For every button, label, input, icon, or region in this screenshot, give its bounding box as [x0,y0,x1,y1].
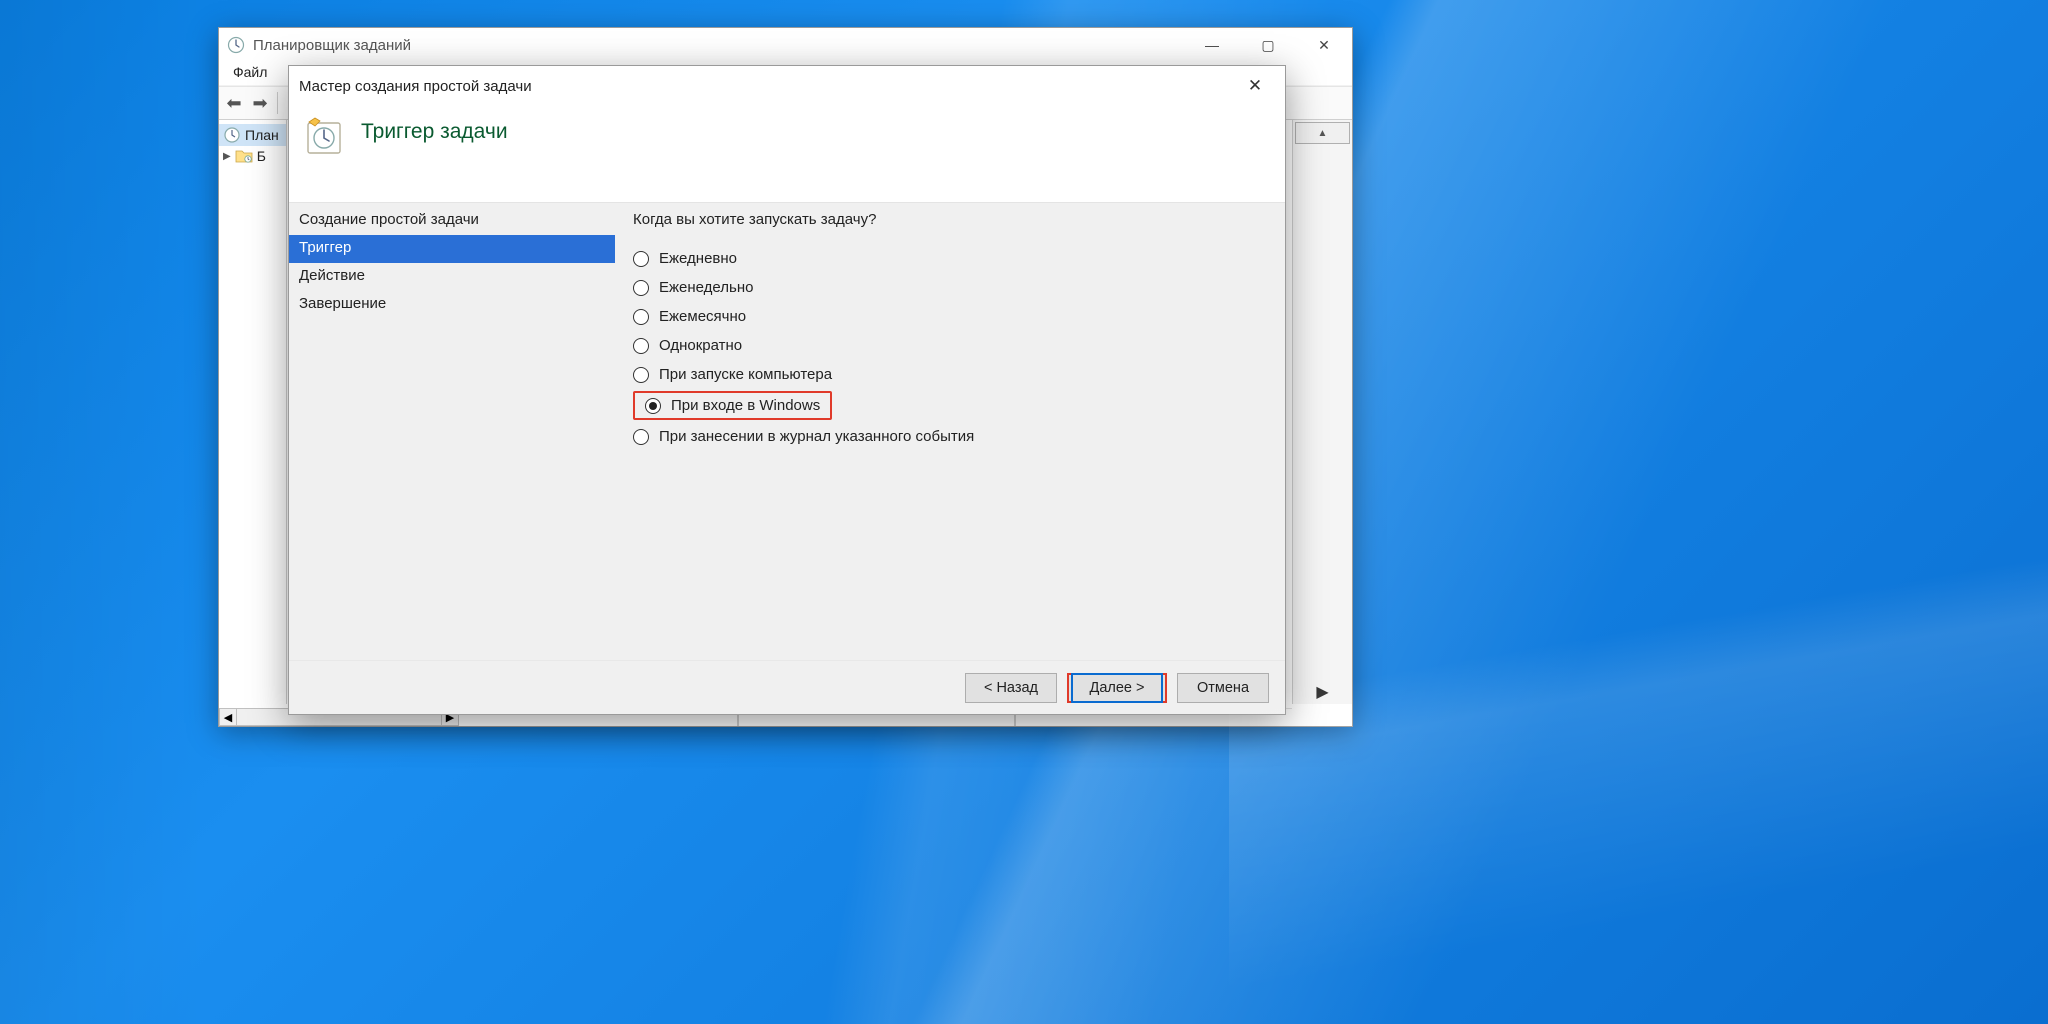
close-parent-button[interactable]: ✕ [1296,28,1352,62]
wizard-nav: Создание простой задачи Триггер Действие… [289,203,615,660]
radio-logon-label: При входе в Windows [671,397,820,414]
nav-step-finish[interactable]: Завершение [289,291,615,319]
nav-forward-icon[interactable]: ➡ [249,92,271,114]
nav-step-trigger[interactable]: Триггер [289,235,615,263]
minimize-button[interactable]: — [1184,28,1240,62]
wizard-header: Триггер задачи [289,106,1285,202]
radio-startup[interactable]: При запуске компьютера [633,360,1267,389]
toolbar-separator [277,92,278,114]
tree-root-label: План [245,127,279,143]
wizard-title-text: Мастер создания простой задачи [299,78,532,95]
radio-daily-label: Ежедневно [659,250,737,267]
cancel-button-label: Отмена [1197,680,1249,696]
radio-daily[interactable]: Ежедневно [633,244,1267,273]
maximize-button[interactable]: ▢ [1240,28,1296,62]
radio-weekly-label: Еженедельно [659,279,753,296]
next-button-highlight: Далее > [1067,673,1167,703]
radio-once-label: Однократно [659,337,742,354]
radio-logon-highlight: При входе в Windows [633,391,832,420]
tree-root-item[interactable]: План [219,124,286,146]
next-button-label: Далее > [1090,680,1145,696]
parent-title-text: Планировщик заданий [253,37,411,54]
hscroll-left-icon[interactable]: ◀ [219,708,237,726]
nav-step-create[interactable]: Создание простой задачи [289,207,615,235]
actions-panel: ▲ ▶ [1292,120,1352,704]
tree-clock-icon [223,126,241,144]
tree-expand-icon[interactable]: ▶ [223,151,231,162]
wizard-content: Когда вы хотите запускать задачу? Ежедне… [615,203,1285,660]
nav-back-icon[interactable]: ⬅ [223,92,245,114]
radio-icon [633,280,649,296]
radio-icon [633,309,649,325]
radio-icon [633,338,649,354]
radio-event-label: При занесении в журнал указанного событи… [659,428,974,445]
actions-scroll-up[interactable]: ▲ [1295,122,1350,144]
folder-icon [235,148,253,164]
wizard-header-title: Триггер задачи [361,120,508,144]
cancel-button[interactable]: Отмена [1177,673,1269,703]
parent-titlebar: Планировщик заданий — ▢ ✕ [219,28,1352,62]
tree-panel: План ▶ Б [219,120,287,704]
nav-step-action[interactable]: Действие [289,263,615,291]
radio-icon [633,429,649,445]
radio-startup-label: При запуске компьютера [659,366,832,383]
tree-lib-label: Б [257,148,266,164]
radio-icon [633,367,649,383]
actions-scroll-right[interactable]: ▶ [1295,682,1350,702]
wizard-footer: < Назад Далее > Отмена [289,660,1285,714]
radio-once[interactable]: Однократно [633,331,1267,360]
radio-icon-checked [645,398,661,414]
radio-monthly-label: Ежемесячно [659,308,746,325]
back-button-label: < Назад [984,680,1038,696]
wizard-clock-icon [303,116,345,158]
menu-file[interactable]: Файл [229,62,271,85]
next-button[interactable]: Далее > [1071,673,1163,703]
radio-weekly[interactable]: Еженедельно [633,273,1267,302]
radio-icon [633,251,649,267]
create-task-wizard: Мастер создания простой задачи ✕ Триггер… [288,65,1286,715]
app-clock-icon [227,36,245,54]
back-button[interactable]: < Назад [965,673,1057,703]
wizard-titlebar: Мастер создания простой задачи ✕ [289,66,1285,106]
radio-event[interactable]: При занесении в журнал указанного событи… [633,422,1267,451]
radio-logon[interactable]: При входе в Windows [645,397,820,414]
radio-monthly[interactable]: Ежемесячно [633,302,1267,331]
wizard-close-button[interactable]: ✕ [1235,66,1275,106]
chevron-up-icon: ▲ [1318,128,1328,139]
tree-library-item[interactable]: ▶ Б [219,146,286,166]
trigger-question: Когда вы хотите запускать задачу? [633,211,1267,228]
chevron-right-icon: ▶ [1316,682,1328,702]
